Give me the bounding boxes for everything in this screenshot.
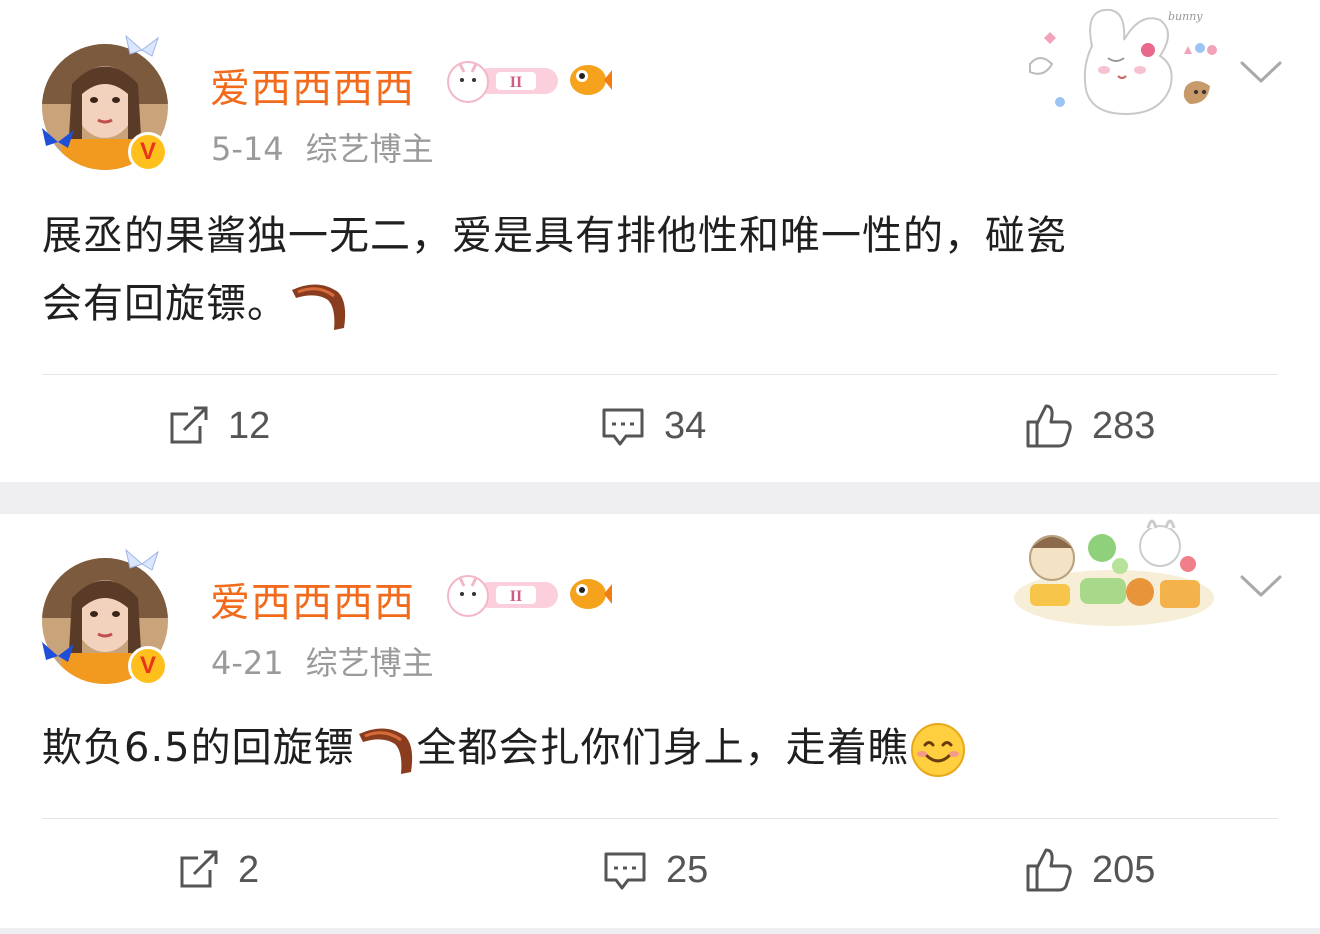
post-date[interactable]: 4-21 — [211, 644, 284, 682]
repost-icon — [180, 850, 218, 888]
chevron-down-icon[interactable] — [1240, 574, 1282, 598]
user-role: 综艺博主 — [305, 130, 434, 168]
chevron-down-icon[interactable] — [1240, 60, 1282, 84]
comment-count: 34 — [664, 404, 707, 447]
like-count: 205 — [1092, 848, 1156, 891]
verified-badge: V — [128, 132, 168, 172]
svg-text:bunny: bunny — [1168, 10, 1203, 23]
butterfly-icon — [42, 128, 74, 156]
gemini-badge-icon[interactable]: II — [446, 572, 562, 618]
user-role: 综艺博主 — [305, 644, 434, 682]
username[interactable]: 爱西西西西 — [210, 570, 415, 628]
food-sticker — [1014, 519, 1214, 626]
bunny-sticker: bunny — [1029, 8, 1217, 116]
comment-icon — [604, 852, 646, 890]
post-meta: 5-14 综艺博主 — [211, 124, 434, 170]
post-text: 欺负6.5的回旋镖 全都会扎你们身上，走着瞧 — [42, 714, 1272, 782]
like-count: 283 — [1092, 404, 1156, 447]
smile-emoji — [910, 723, 965, 777]
divider — [42, 374, 1278, 375]
repost-icon — [170, 406, 208, 444]
post-meta: 4-21 综艺博主 — [211, 638, 434, 684]
comment-count: 25 — [666, 848, 709, 891]
username[interactable]: 爱西西西西 — [210, 56, 415, 114]
thumbs-up-icon — [1026, 848, 1072, 892]
comment-icon — [602, 408, 644, 446]
weibo-post[interactable]: V 爱西西西西 II 4-21 综艺博主 欺负6.5的回旋镖 全都会扎你们身上，… — [0, 514, 1320, 928]
repost-button[interactable]: 12 — [166, 404, 270, 448]
butterfly-icon — [125, 34, 159, 57]
goldfish-icon[interactable] — [566, 574, 612, 614]
post-date[interactable]: 5-14 — [211, 130, 284, 168]
thumbs-up-icon — [1026, 404, 1072, 448]
post-text: 展丞的果酱独一无二，爱是具有排他性和唯一性的，碰瓷 会有回旋镖。 — [42, 202, 1272, 338]
weibo-post[interactable]: V 爱西西西西 II 5-14 综艺博主 bunny 展丞的果酱独一无二，爱是具… — [0, 0, 1320, 482]
svg-text:II: II — [510, 588, 522, 605]
boomerang-emoji — [358, 728, 412, 774]
butterfly-icon — [42, 642, 74, 670]
gemini-badge-icon[interactable]: II — [446, 58, 562, 104]
verified-badge: V — [128, 646, 168, 686]
svg-text:II: II — [510, 74, 522, 91]
butterfly-icon — [125, 548, 159, 571]
goldfish-icon[interactable] — [566, 60, 612, 100]
boomerang-emoji — [292, 284, 346, 330]
repost-button[interactable]: 2 — [176, 848, 259, 892]
divider — [42, 818, 1278, 819]
like-button[interactable]: 283 — [1024, 402, 1155, 450]
like-button[interactable]: 205 — [1024, 846, 1155, 894]
comment-button[interactable]: 25 — [602, 848, 708, 892]
repost-count: 12 — [228, 404, 271, 447]
repost-count: 2 — [238, 848, 260, 891]
comment-button[interactable]: 34 — [600, 404, 706, 448]
